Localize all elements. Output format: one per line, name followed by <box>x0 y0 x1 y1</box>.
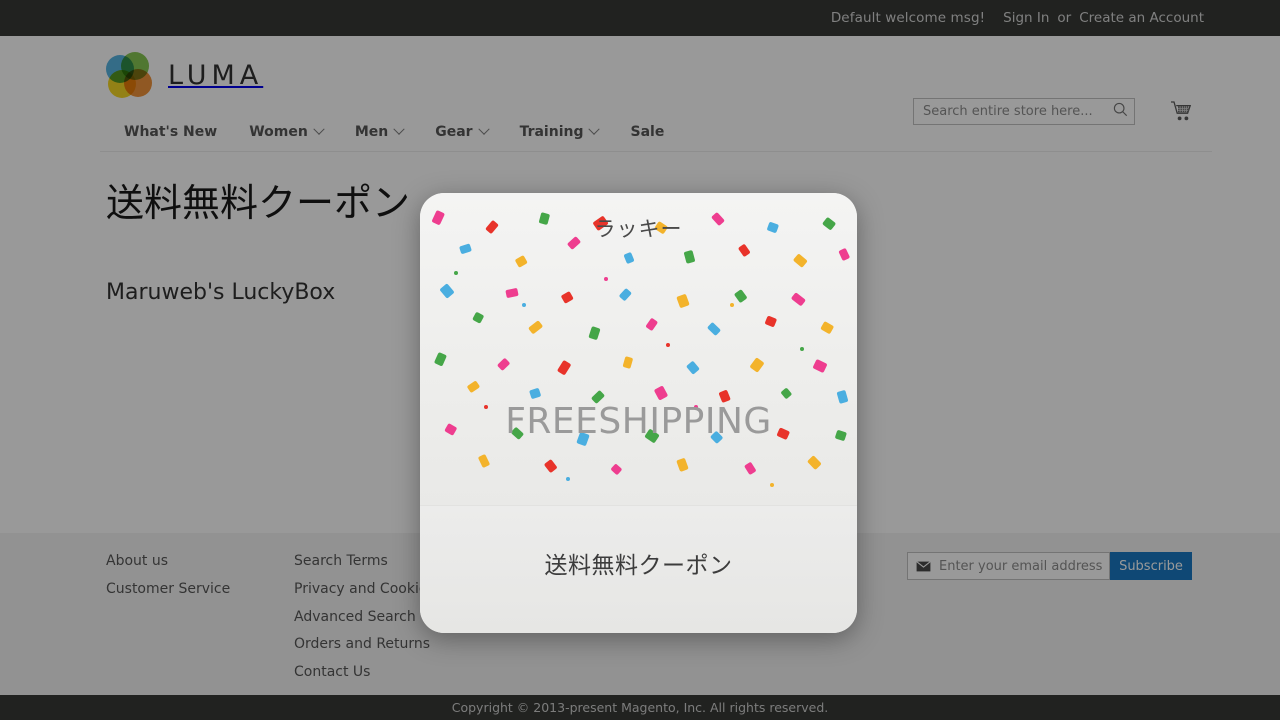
modal-caption: 送料無料クーポン <box>544 553 733 579</box>
coupon-modal: ラッキー FREESHIPPING 送料無料クーポン <box>420 193 857 633</box>
modal-confetti-area: ラッキー FREESHIPPING <box>420 193 857 505</box>
coupon-code: FREESHIPPING <box>505 401 772 442</box>
modal-footer: 送料無料クーポン <box>420 505 857 633</box>
modal-lucky-text: ラッキー <box>594 217 683 241</box>
